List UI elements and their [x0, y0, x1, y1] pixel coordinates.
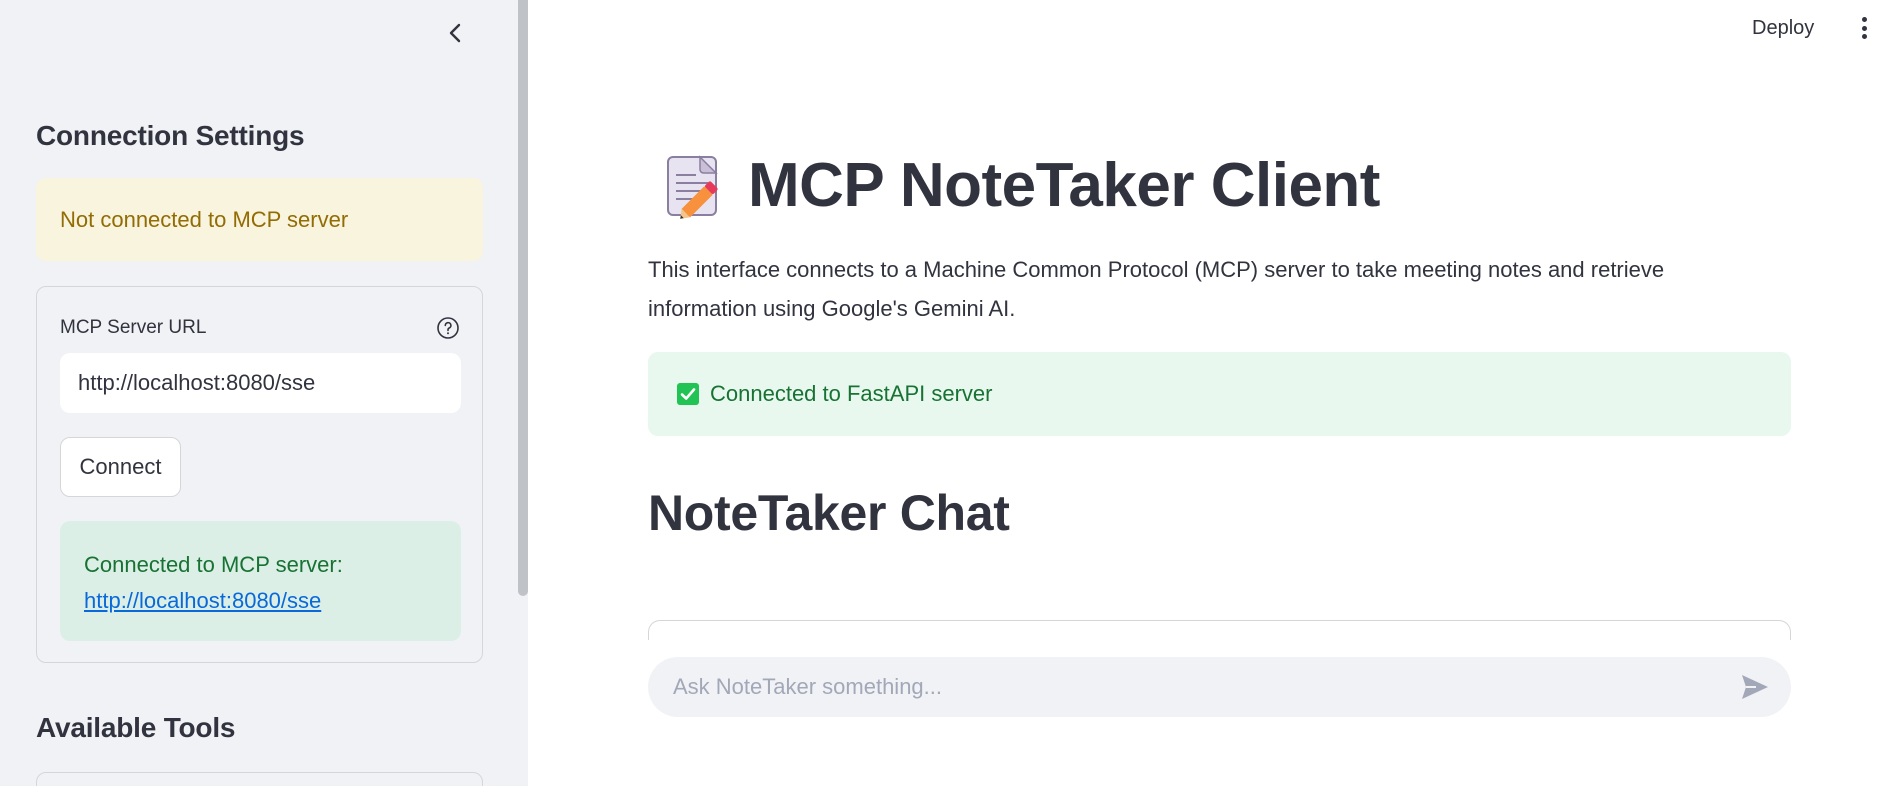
fastapi-connected-status: Connected to FastAPI server — [648, 352, 1791, 436]
chevron-left-icon — [449, 23, 461, 43]
sidebar-scrollbar[interactable] — [518, 0, 528, 596]
collapse-sidebar-button[interactable] — [440, 18, 470, 48]
warning-text: Not connected to MCP server — [60, 206, 349, 232]
chat-input-bar — [648, 657, 1791, 717]
not-connected-warning: Not connected to MCP server — [36, 178, 483, 261]
server-url-label: MCP Server URL — [60, 317, 207, 338]
connect-button[interactable]: Connect — [60, 437, 181, 497]
sidebar: Connection Settings Not connected to MCP… — [0, 0, 528, 786]
kebab-dot-icon — [1861, 17, 1867, 22]
fastapi-status-text: Connected to FastAPI server — [710, 381, 993, 406]
page-title: MCP NoteTaker Client — [748, 151, 1380, 220]
connection-form: MCP Server URL Connect Connected to MCP … — [36, 286, 483, 663]
connection-settings-heading: Connection Settings — [36, 120, 305, 151]
send-icon[interactable] — [1740, 673, 1770, 701]
memo-icon — [667, 154, 718, 219]
kebab-dot-icon — [1861, 34, 1867, 39]
main-menu-button[interactable] — [1854, 14, 1874, 42]
page-description: This interface connects to a Machine Com… — [648, 257, 1665, 321]
connected-text: Connected to MCP server: — [84, 552, 343, 577]
help-icon[interactable] — [436, 316, 460, 340]
chat-heading: NoteTaker Chat — [648, 485, 1010, 541]
tools-container — [36, 772, 483, 786]
server-url-input[interactable] — [60, 353, 461, 413]
chat-messages-container — [648, 620, 1791, 640]
mcp-connected-status: Connected to MCP server: http://localhos… — [60, 521, 461, 641]
chat-input[interactable] — [648, 657, 1718, 717]
available-tools-heading: Available Tools — [36, 712, 236, 743]
checkmark-icon — [677, 383, 699, 405]
connected-url-link[interactable]: http://localhost:8080/sse — [84, 588, 321, 613]
deploy-button[interactable]: Deploy — [1752, 12, 1814, 44]
kebab-dot-icon — [1861, 25, 1867, 31]
page-title-row: MCP NoteTaker Client — [664, 150, 1380, 221]
